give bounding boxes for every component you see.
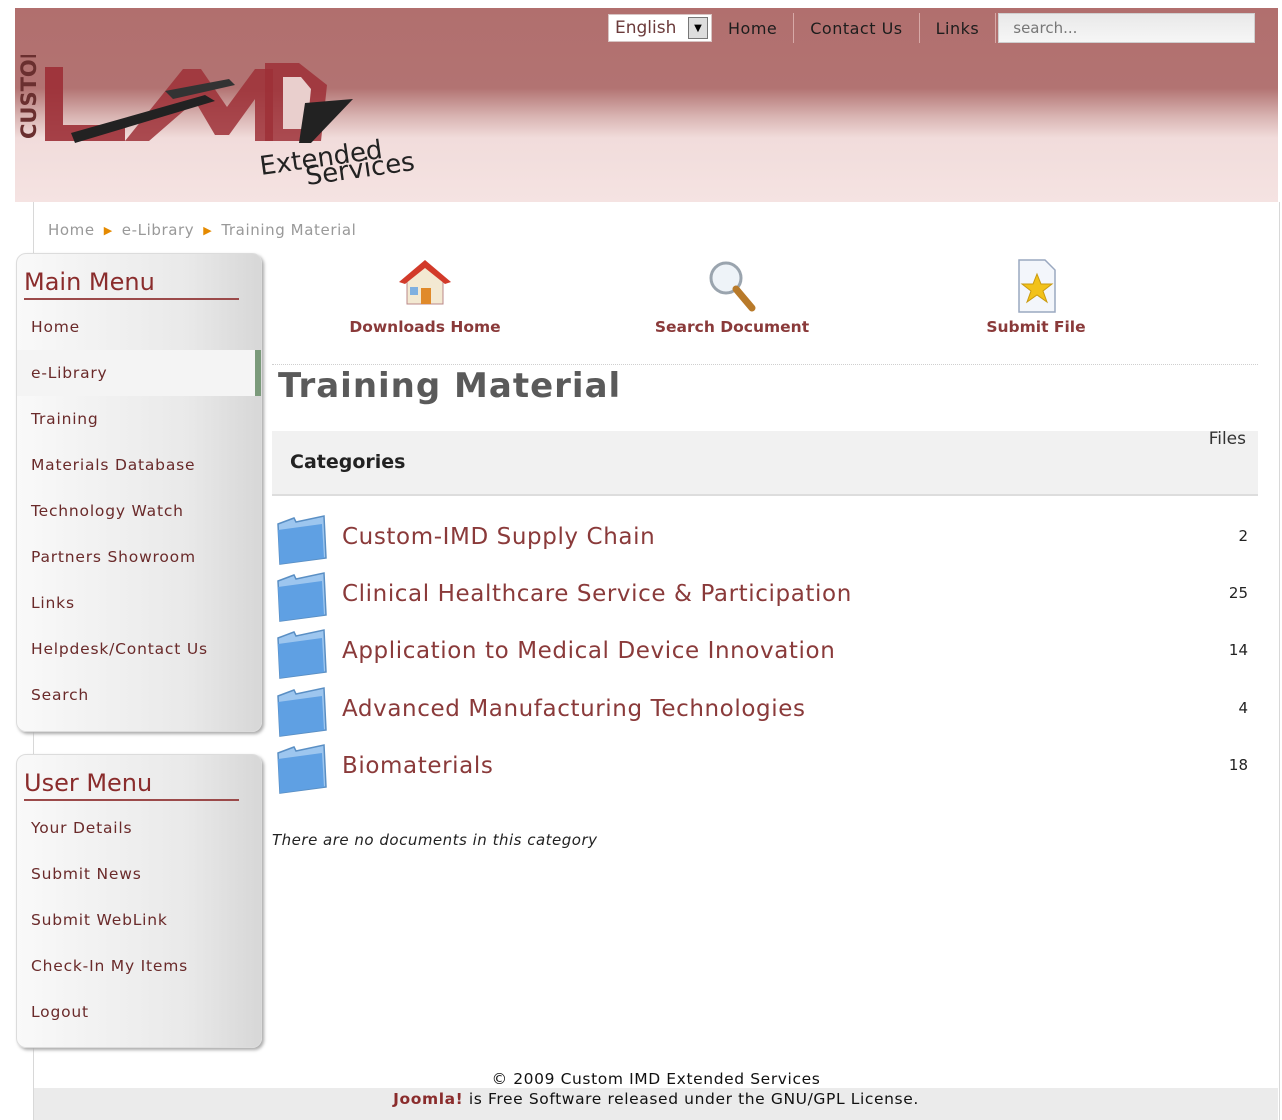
user-menu: User Menu Your Details Submit News Submi…	[16, 754, 262, 1048]
main-menu-item-search[interactable]: Search	[17, 672, 261, 718]
user-menu-item-logout[interactable]: Logout	[17, 989, 261, 1035]
user-menu-title: User Menu	[24, 767, 239, 801]
category-link[interactable]: Clinical Healthcare Service & Participat…	[342, 581, 852, 607]
nav-links-link[interactable]: Links	[920, 13, 997, 43]
category-file-count: 25	[1228, 584, 1248, 602]
main-menu-item-helpdesk[interactable]: Helpdesk/Contact Us	[17, 626, 261, 672]
footer-copyright: © 2009 Custom IMD Extended Services	[491, 1070, 821, 1088]
user-menu-item-your-details[interactable]: Your Details	[17, 805, 261, 851]
file-star-icon	[1018, 259, 1056, 313]
category-file-count: 4	[1238, 699, 1248, 717]
nav-home-link[interactable]: Home	[712, 13, 795, 43]
downloads-home-button[interactable]: Downloads Home	[305, 258, 545, 336]
folder-icon	[277, 744, 327, 794]
list-item: Clinical Healthcare Service & Participat…	[272, 571, 1258, 628]
downloads-home-label: Downloads Home	[349, 318, 501, 336]
top-strip	[0, 0, 1282, 8]
download-toolbar: Downloads Home Search Document Submit Fi…	[272, 258, 1258, 365]
user-menu-item-submit-weblink[interactable]: Submit WebLink	[17, 897, 261, 943]
breadcrumb: Home ▶ e-Library ▶ Training Material	[48, 221, 356, 239]
category-file-count: 2	[1238, 527, 1248, 545]
category-link[interactable]: Application to Medical Device Innovation	[342, 638, 835, 664]
breadcrumb-arrow-icon: ▶	[103, 224, 113, 237]
breadcrumb-current: Training Material	[221, 221, 357, 239]
list-item: Custom-IMD Supply Chain 2	[272, 514, 1258, 571]
main-menu-title: Main Menu	[24, 266, 239, 300]
folder-icon	[277, 629, 327, 679]
magnifier-icon	[709, 261, 756, 312]
main-menu: Main Menu Home e-Library Training Materi…	[16, 253, 262, 732]
search-document-label: Search Document	[654, 318, 810, 336]
main-menu-item-home[interactable]: Home	[17, 304, 261, 350]
main-menu-item-materials-database[interactable]: Materials Database	[17, 442, 261, 488]
joomla-link[interactable]: Joomla!	[393, 1090, 463, 1108]
user-menu-item-submit-news[interactable]: Submit News	[17, 851, 261, 897]
list-item: Application to Medical Device Innovation…	[272, 628, 1258, 685]
breadcrumb-elibrary[interactable]: e-Library	[122, 221, 195, 239]
folder-icon	[277, 515, 327, 565]
breadcrumb-arrow-icon: ▶	[203, 224, 213, 237]
folder-icon	[277, 687, 327, 737]
category-link[interactable]: Custom-IMD Supply Chain	[342, 524, 655, 550]
list-item: Advanced Manufacturing Technologies 4	[272, 686, 1258, 743]
category-file-count: 18	[1228, 756, 1248, 774]
site-footer: © 2009 Custom IMD Extended Services Joom…	[34, 1068, 1278, 1120]
categories-header: Categories Files	[272, 429, 1258, 496]
files-heading: Files	[1208, 429, 1246, 449]
top-navigation: English ▼ Home Contact Us Links search..…	[608, 13, 1256, 45]
empty-category-message: There are no documents in this category	[272, 831, 598, 849]
chevron-down-icon[interactable]: ▼	[688, 17, 708, 39]
main-menu-item-technology-watch[interactable]: Technology Watch	[17, 488, 261, 534]
language-select[interactable]: English ▼	[608, 14, 712, 42]
nav-contact-link[interactable]: Contact Us	[794, 13, 920, 43]
footer-license: Joomla! is Free Software released under …	[34, 1090, 1278, 1108]
category-link[interactable]: Biomaterials	[342, 753, 493, 779]
category-link[interactable]: Advanced Manufacturing Technologies	[342, 696, 806, 722]
category-file-count: 14	[1228, 641, 1248, 659]
user-menu-item-check-in[interactable]: Check-In My Items	[17, 943, 261, 989]
house-icon	[399, 260, 451, 305]
main-menu-item-links[interactable]: Links	[17, 580, 261, 626]
categories-heading: Categories	[290, 451, 406, 473]
main-menu-item-elibrary[interactable]: e-Library	[17, 350, 261, 396]
main-menu-item-training[interactable]: Training	[17, 396, 261, 442]
footer-license-text: is Free Software released under the GNU/…	[463, 1090, 919, 1108]
submit-file-label: Submit File	[986, 318, 1086, 336]
main-menu-item-partners-showroom[interactable]: Partners Showroom	[17, 534, 261, 580]
logo-custom-text: CUSTOM	[17, 55, 41, 139]
search-input[interactable]: search...	[998, 13, 1256, 43]
language-value: English	[615, 18, 677, 38]
breadcrumb-home[interactable]: Home	[48, 221, 95, 239]
submit-file-button[interactable]: Submit File	[916, 258, 1156, 336]
folder-icon	[277, 572, 327, 622]
page-title: Training Material	[278, 366, 622, 406]
search-document-button[interactable]: Search Document	[612, 258, 852, 336]
site-logo[interactable]: CUSTOM Extended Services	[15, 55, 435, 195]
list-item: Biomaterials 18	[272, 743, 1258, 800]
